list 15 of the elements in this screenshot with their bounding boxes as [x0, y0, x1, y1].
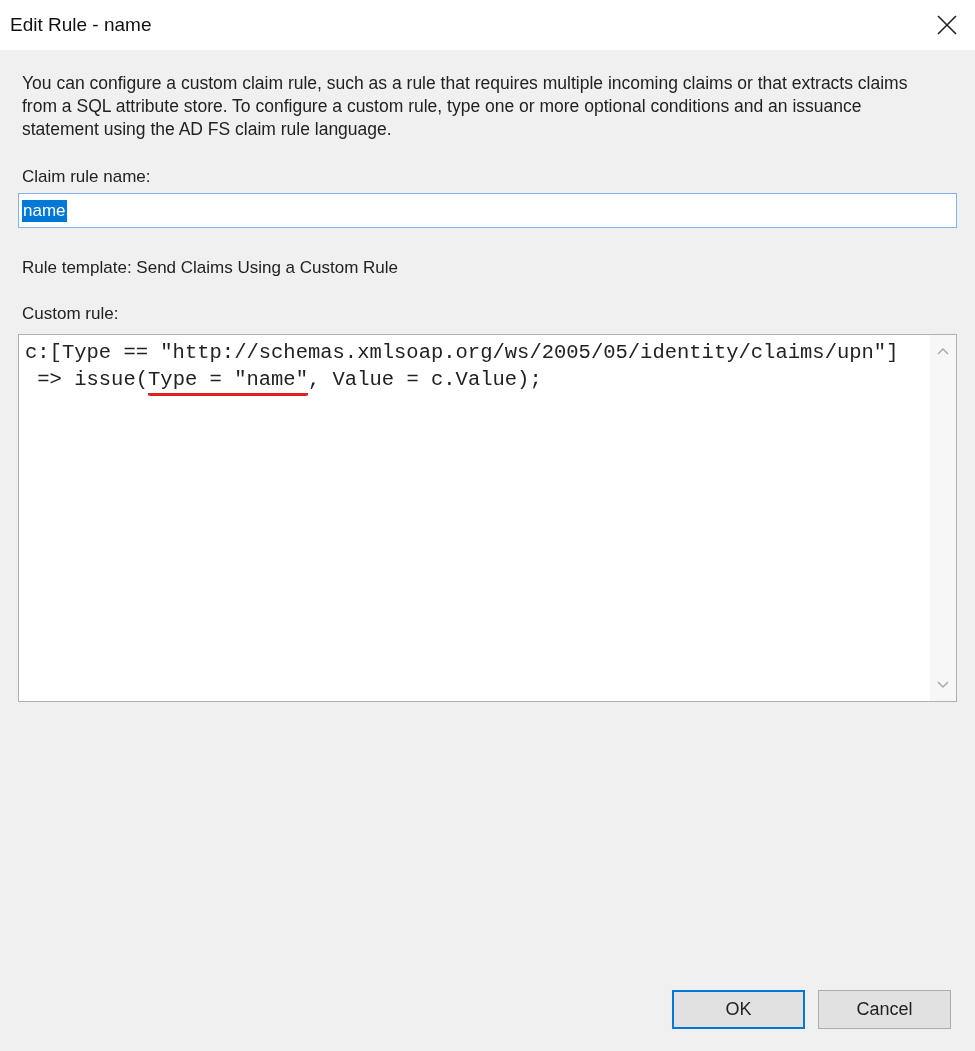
code-line: c:[Type == "http://schemas.xmlsoap.org/ws/2005/05/identity/claims/upn"]: [25, 340, 900, 366]
custom-rule-field[interactable]: c:[Type == "http://schemas.xmlsoap.org/ws/2005/05/identity/claims/upn"] => issue(Type = "name", Value = c.Value);: [18, 334, 957, 702]
description-text: You can configure a custom claim rule, such as a rule that requires multiple incoming claims or that extracts claims from a SQL attribute store. To configure a custom rule, type one or more optional conditions and an issuance statement using the AD FS claim rule language.: [22, 72, 909, 141]
code-line: => issue(Type = "name", Value = c.Value);: [25, 366, 924, 393]
close-icon[interactable]: [937, 15, 957, 35]
cancel-button[interactable]: Cancel: [818, 990, 951, 1029]
ok-button[interactable]: OK: [672, 990, 805, 1029]
scrollbar[interactable]: [930, 335, 956, 701]
rule-name-field[interactable]: name: [18, 193, 957, 228]
scroll-down-icon[interactable]: [937, 681, 949, 689]
field-label: Custom rule:: [22, 304, 119, 324]
template-text: Rule template: Send Claims Using a Custom Rule: [22, 258, 399, 278]
field-label: Claim rule name:: [22, 167, 151, 187]
window-title: Edit Rule - name: [10, 14, 152, 36]
scroll-up-icon[interactable]: [937, 347, 949, 355]
